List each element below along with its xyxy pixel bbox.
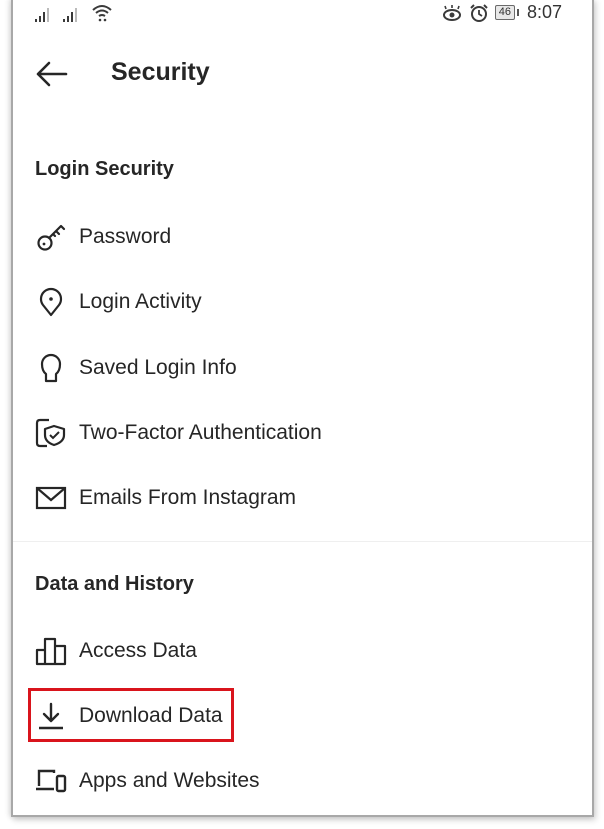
menu-item-login-activity[interactable]: Login Activity	[35, 282, 202, 322]
menu-item-saved-login-info[interactable]: Saved Login Info	[35, 348, 237, 388]
envelope-icon	[35, 486, 67, 510]
section-divider	[13, 541, 592, 542]
app-header: Security	[13, 46, 592, 102]
menu-item-access-data[interactable]: Access Data	[35, 631, 197, 671]
status-bar: 46 8:07	[13, 0, 592, 30]
menu-item-label: Login Activity	[79, 290, 202, 313]
section-title-login-security: Login Security	[35, 158, 174, 180]
menu-item-label: Emails From Instagram	[79, 486, 297, 509]
menu-item-label: Two-Factor Authentication	[79, 421, 322, 444]
location-pin-icon	[39, 287, 63, 317]
menu-item-apps-and-websites[interactable]: Apps and Websites	[35, 761, 260, 801]
section-title-data-and-history: Data and History	[35, 573, 194, 595]
menu-item-label: Apps and Websites	[79, 769, 260, 792]
menu-item-label: Password	[79, 225, 172, 248]
clock: 8:07	[526, 2, 562, 22]
wifi-icon	[92, 5, 112, 22]
menu-item-label: Access Data	[79, 639, 197, 662]
signal-icon	[63, 8, 77, 22]
battery-icon: 46	[494, 5, 519, 20]
menu-item-emails-from-instagram[interactable]: Emails From Instagram	[35, 478, 296, 518]
menu-item-two-factor-authentication[interactable]: Two-Factor Authentication	[35, 413, 322, 453]
bar-chart-icon	[35, 637, 67, 666]
alarm-icon	[469, 3, 488, 22]
page-title: Security	[111, 58, 210, 86]
signal-icon	[35, 8, 49, 22]
key-icon	[37, 224, 66, 251]
menu-item-password[interactable]: Password	[35, 217, 171, 257]
eye-comfort-icon	[442, 4, 461, 21]
arrow-left-icon[interactable]	[35, 60, 69, 88]
phone-screen: 46 8:07 Security Login Security Password	[11, 0, 594, 817]
highlight-box	[28, 688, 234, 742]
devices-icon	[36, 769, 67, 793]
battery-level: 46	[494, 5, 515, 20]
phone-shield-icon	[35, 418, 66, 448]
menu-item-label: Saved Login Info	[79, 356, 237, 379]
keyhole-icon	[40, 353, 62, 383]
